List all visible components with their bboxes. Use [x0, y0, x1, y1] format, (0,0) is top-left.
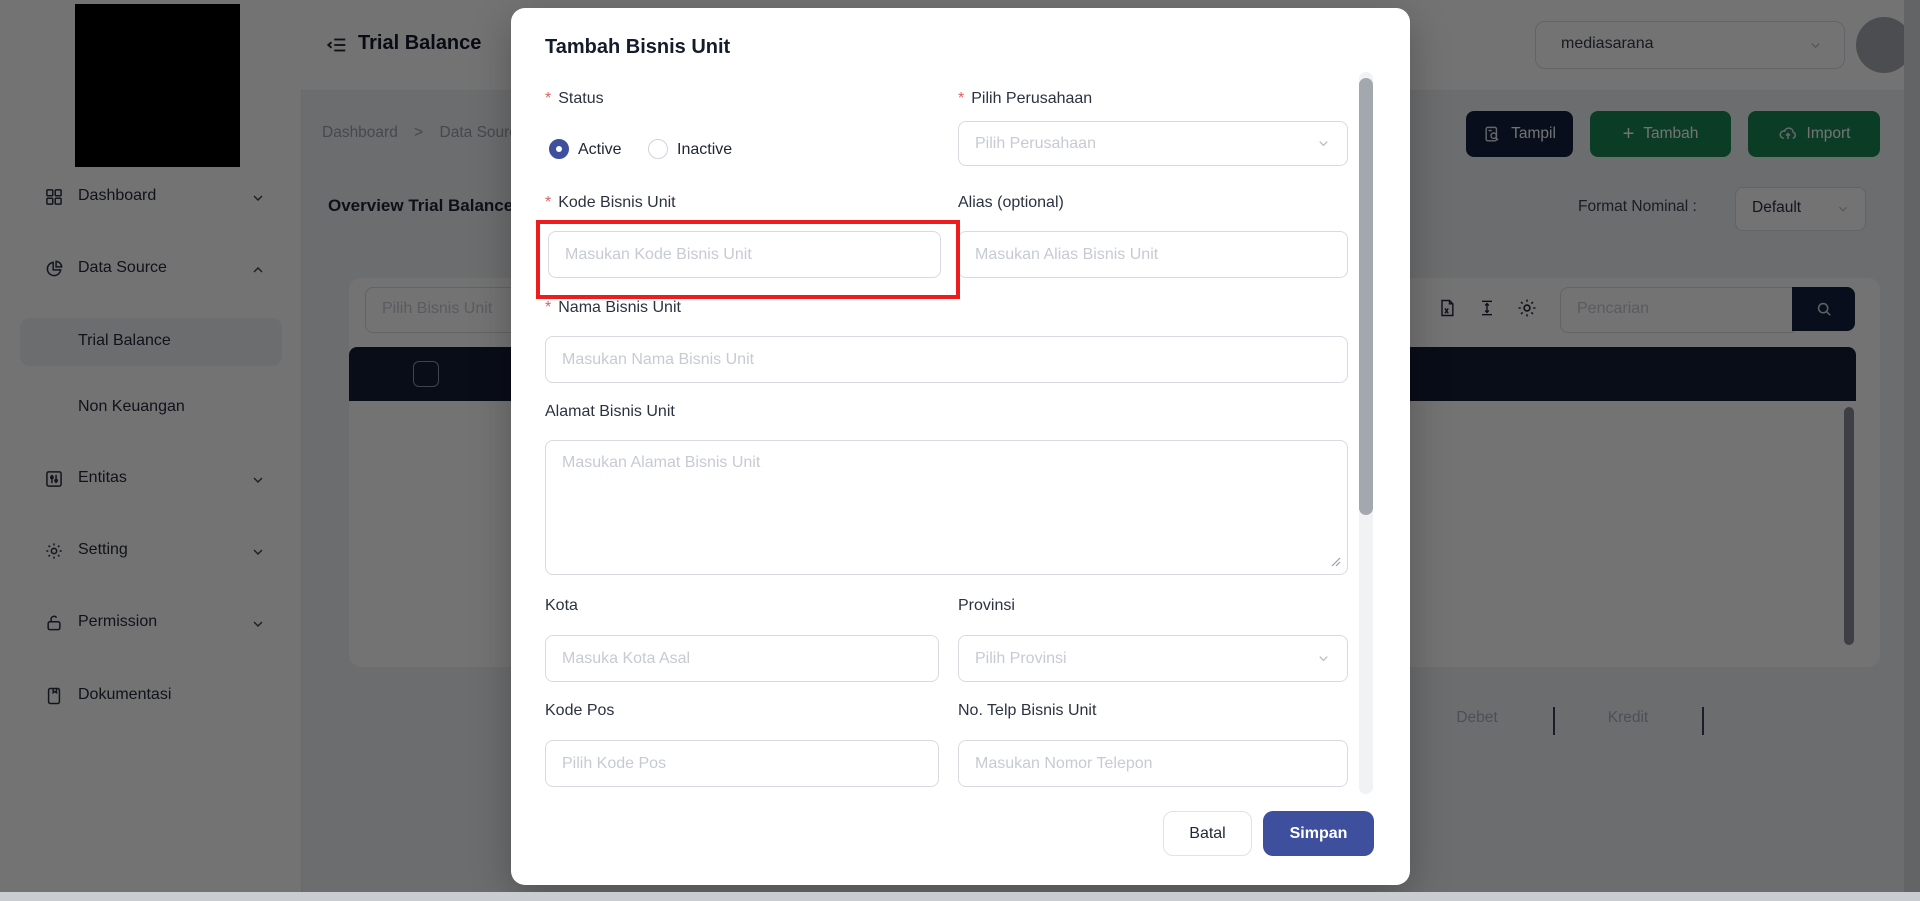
nama-label: *Nama Bisnis Unit [545, 299, 681, 317]
nama-bisnis-unit-input[interactable] [545, 336, 1348, 383]
cancel-button[interactable]: Batal [1163, 811, 1252, 856]
provinsi-placeholder: Pilih Provinsi [975, 650, 1316, 668]
required-asterisk: * [545, 299, 551, 316]
kode-pos-input[interactable] [545, 740, 939, 787]
radio-inactive[interactable] [648, 139, 668, 159]
alias-label: Alias (optional) [958, 194, 1064, 212]
required-asterisk: * [545, 90, 551, 107]
alias-input[interactable] [958, 231, 1348, 278]
tambah-bisnis-unit-modal: Tambah Bisnis Unit *Status *Pilih Perusa… [511, 8, 1410, 885]
chevron-down-icon [1316, 136, 1331, 151]
alamat-textarea[interactable] [545, 440, 1348, 575]
modal-title: Tambah Bisnis Unit [545, 36, 730, 59]
chevron-down-icon [1316, 651, 1331, 666]
status-label: *Status [545, 90, 604, 108]
perusahaan-label: *Pilih Perusahaan [958, 90, 1092, 108]
required-asterisk: * [545, 194, 551, 211]
kode-label: *Kode Bisnis Unit [545, 194, 676, 212]
window-bottom-strip [0, 892, 1920, 901]
modal-scrollbar-thumb[interactable] [1359, 78, 1373, 515]
perusahaan-placeholder: Pilih Perusahaan [975, 135, 1316, 153]
radio-inactive-label[interactable]: Inactive [677, 141, 732, 159]
radio-active-label[interactable]: Active [578, 141, 622, 159]
perusahaan-select[interactable]: Pilih Perusahaan [958, 121, 1348, 166]
telp-input[interactable] [958, 740, 1348, 787]
annotation-highlight-box [536, 220, 960, 299]
required-asterisk: * [958, 90, 964, 107]
app-root: Dashboard Data Source Trial Balance Non … [0, 0, 1920, 901]
kota-input[interactable] [545, 635, 939, 682]
kode-pos-label: Kode Pos [545, 702, 614, 720]
telp-label: No. Telp Bisnis Unit [958, 702, 1096, 720]
provinsi-label: Provinsi [958, 597, 1015, 615]
provinsi-select[interactable]: Pilih Provinsi [958, 635, 1348, 682]
save-button[interactable]: Simpan [1263, 811, 1374, 856]
radio-active[interactable] [549, 139, 569, 159]
kota-label: Kota [545, 597, 578, 615]
alamat-label: Alamat Bisnis Unit [545, 403, 675, 421]
